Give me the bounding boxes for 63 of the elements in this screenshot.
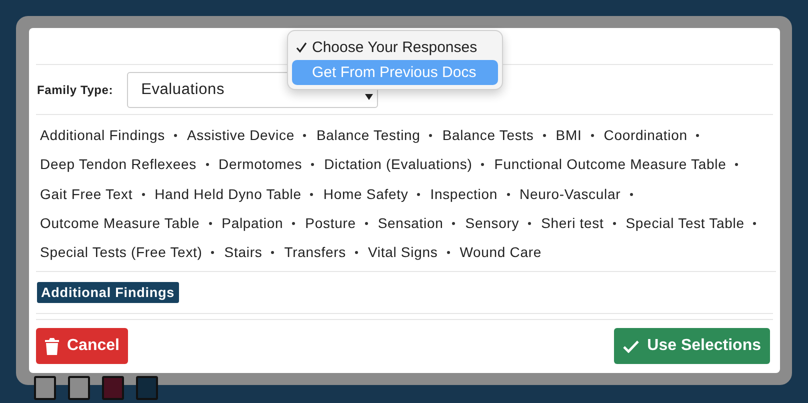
bullet-icon: [590, 134, 594, 138]
finding-link[interactable]: Assistive Device: [186, 121, 294, 150]
finding-link[interactable]: Additional Findings: [40, 121, 165, 150]
bullet-icon: [174, 134, 177, 138]
bullet-icon: [630, 192, 633, 196]
color-swatch-icon[interactable]: [102, 376, 124, 400]
check-icon: [296, 42, 307, 53]
finding-link[interactable]: Special Tests (Free Text): [40, 238, 202, 268]
finding-link[interactable]: Balance Testing: [316, 121, 420, 150]
bullet-icon: [208, 222, 212, 226]
bullet-icon: [310, 192, 314, 196]
bullet-icon: [292, 222, 296, 226]
finding-link[interactable]: Dictation (Evaluations): [324, 150, 472, 180]
bullet-icon: [506, 192, 510, 196]
finding-link[interactable]: Outcome Measure Table: [40, 208, 200, 238]
bullet-icon: [735, 163, 738, 166]
selected-finding-tag[interactable]: Additional Findings: [37, 282, 179, 303]
cancel-button[interactable]: Cancel: [36, 328, 128, 364]
bullet-icon: [612, 222, 616, 226]
check-icon: [623, 340, 640, 352]
bullet-icon: [753, 222, 756, 226]
family-type-label: Family Type:: [37, 82, 114, 96]
finding-link[interactable]: Inspection: [430, 180, 498, 209]
bullet-icon: [542, 134, 546, 138]
bullet-icon: [311, 163, 314, 166]
bullet-icon: [452, 222, 456, 226]
finding-link[interactable]: Stairs: [224, 238, 262, 268]
finding-link[interactable]: Posture: [305, 208, 356, 238]
finding-link[interactable]: Transfers: [284, 238, 346, 268]
bullet-icon: [211, 251, 214, 254]
bullet-icon: [303, 134, 306, 138]
finding-link[interactable]: Coordination: [604, 121, 688, 150]
trash-icon: [45, 338, 59, 354]
finding-link[interactable]: Neuro-Vascular: [520, 180, 621, 209]
finding-link[interactable]: BMI: [556, 121, 582, 150]
finding-link[interactable]: Hand Held Dyno Table: [154, 180, 302, 209]
finding-link[interactable]: Functional Outcome Measure Table: [494, 150, 726, 180]
bullet-icon: [142, 192, 145, 196]
finding-link[interactable]: Deep Tendon Reflexees: [40, 150, 197, 180]
finding-link[interactable]: Dermotomes: [218, 150, 302, 180]
menu-option[interactable]: Choose Your Responses: [292, 35, 498, 60]
bullet-icon: [429, 134, 432, 138]
bullet-icon: [481, 163, 484, 166]
bullet-icon: [271, 251, 274, 254]
finding-link[interactable]: Vital Signs: [368, 238, 438, 268]
finding-link[interactable]: Sensation: [378, 208, 444, 238]
bullet-icon: [696, 134, 700, 138]
finding-link[interactable]: Sensory: [465, 208, 520, 238]
use-selections-button[interactable]: Use Selections: [614, 328, 770, 364]
finding-link[interactable]: Special Test Table: [626, 208, 744, 238]
bullet-icon: [206, 163, 209, 166]
bullet-icon: [417, 192, 420, 196]
finding-link[interactable]: Gait Free Text: [40, 180, 133, 209]
finding-link[interactable]: Balance Tests: [442, 121, 534, 150]
bullet-icon: [528, 222, 532, 226]
finding-link[interactable]: Wound Care: [460, 238, 542, 268]
bullet-icon: [364, 222, 368, 226]
bullet-icon: [446, 251, 450, 254]
caret-icon: [365, 94, 374, 100]
finding-link[interactable]: Home Safety: [323, 180, 408, 209]
bullet-icon: [354, 251, 358, 254]
finding-link[interactable]: Palpation: [222, 208, 284, 238]
finding-link[interactable]: Sheri test: [541, 208, 604, 238]
